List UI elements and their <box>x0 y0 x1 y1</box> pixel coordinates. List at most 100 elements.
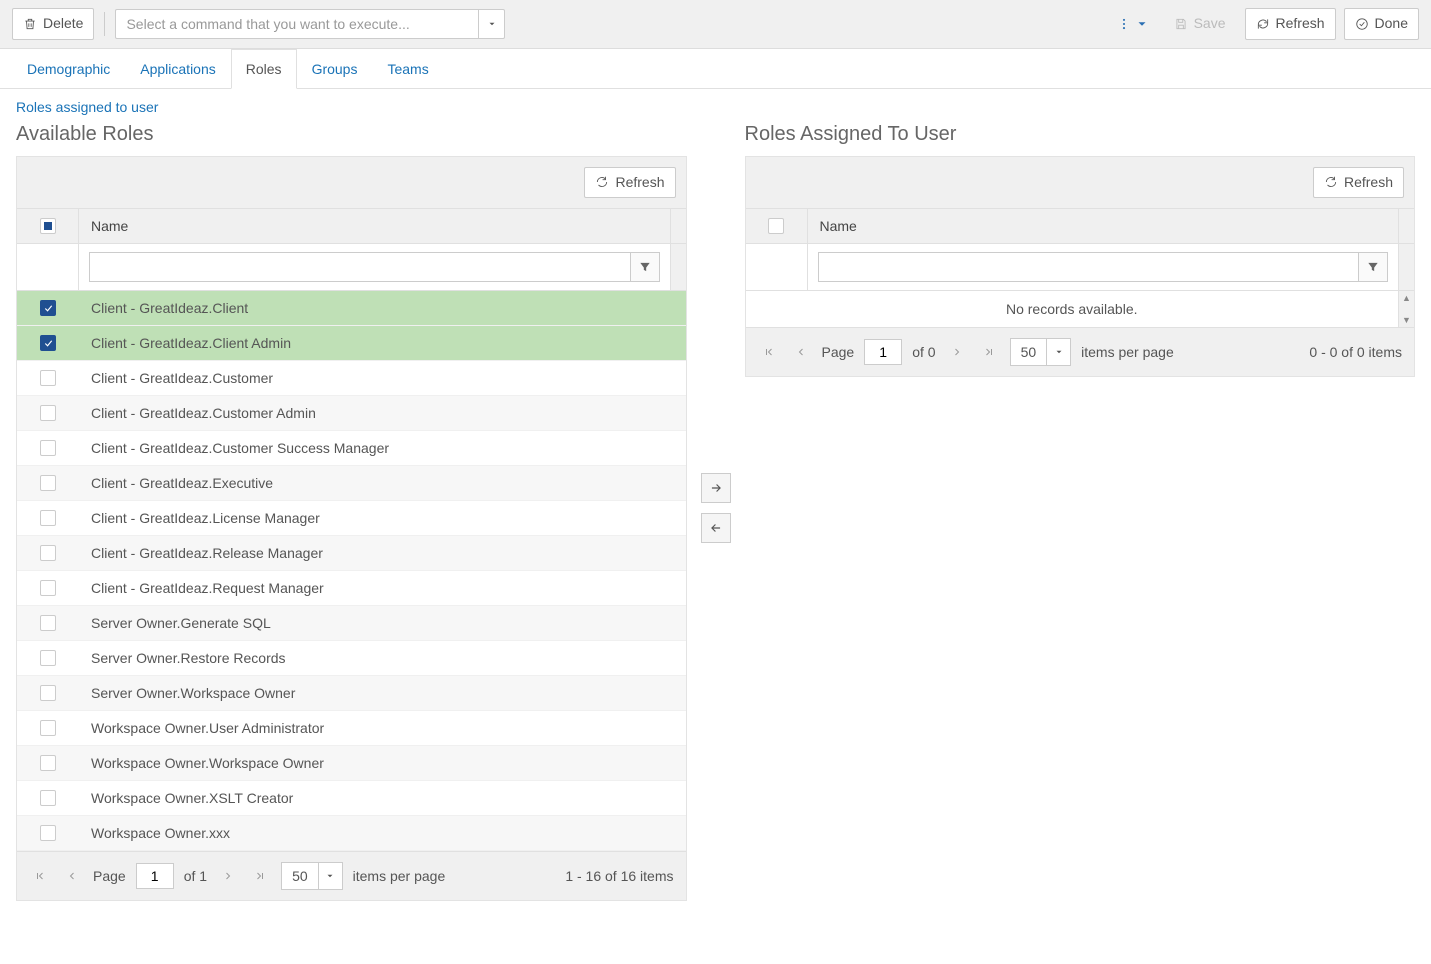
row-name: Server Owner.Generate SQL <box>79 606 686 640</box>
name-filter-cell <box>79 244 670 290</box>
row-checkbox[interactable] <box>40 615 56 631</box>
name-column-header[interactable]: Name <box>79 209 670 243</box>
row-checkbox[interactable] <box>40 720 56 736</box>
row-checkbox[interactable] <box>40 335 56 351</box>
row-checkbox[interactable] <box>40 300 56 316</box>
table-row[interactable]: Client - GreatIdeaz.Customer Success Man… <box>17 431 686 466</box>
right-refresh-label: Refresh <box>1344 173 1393 193</box>
row-check-cell <box>17 326 79 360</box>
tab-teams[interactable]: Teams <box>372 49 443 89</box>
more-actions-button[interactable] <box>1111 13 1155 35</box>
more-vertical-icon <box>1117 17 1131 31</box>
page-size-caret[interactable] <box>318 863 342 889</box>
save-label: Save <box>1194 14 1226 34</box>
move-right-button[interactable] <box>701 473 731 503</box>
table-row[interactable]: Client - GreatIdeaz.Customer <box>17 361 686 396</box>
select-all-checkbox[interactable] <box>40 218 56 234</box>
left-refresh-button[interactable]: Refresh <box>584 167 675 199</box>
chevron-left-icon <box>66 870 78 882</box>
name-filter-input[interactable] <box>818 252 1359 282</box>
select-all-checkbox[interactable] <box>768 218 784 234</box>
row-checkbox[interactable] <box>40 370 56 386</box>
command-caret[interactable] <box>478 10 504 38</box>
command-input[interactable] <box>116 16 478 32</box>
tab-demographic[interactable]: Demographic <box>12 49 125 89</box>
pager-next-button[interactable] <box>946 341 968 363</box>
table-row[interactable]: Client - GreatIdeaz.Client <box>17 291 686 326</box>
row-checkbox[interactable] <box>40 510 56 526</box>
table-row[interactable]: Client - GreatIdeaz.License Manager <box>17 501 686 536</box>
save-icon <box>1174 17 1188 31</box>
assigned-roles-title: Roles Assigned To User <box>745 123 1416 146</box>
row-name: Client - GreatIdeaz.License Manager <box>79 501 686 535</box>
page-size-select[interactable]: 50 <box>1010 338 1072 366</box>
table-row[interactable]: Workspace Owner.XSLT Creator <box>17 781 686 816</box>
delete-button[interactable]: Delete <box>12 8 94 40</box>
items-per-page-label: items per page <box>1081 344 1174 360</box>
table-row[interactable]: Client - GreatIdeaz.Customer Admin <box>17 396 686 431</box>
table-row[interactable]: Server Owner.Workspace Owner <box>17 676 686 711</box>
row-checkbox[interactable] <box>40 475 56 491</box>
row-check-cell <box>17 361 79 395</box>
row-checkbox[interactable] <box>40 650 56 666</box>
command-combo[interactable] <box>115 9 505 39</box>
name-filter-input[interactable] <box>89 252 630 282</box>
right-refresh-button[interactable]: Refresh <box>1313 167 1404 199</box>
scroll-up-icon[interactable]: ▲ <box>1399 291 1414 305</box>
pager-first-button[interactable] <box>758 341 780 363</box>
tab-groups[interactable]: Groups <box>297 49 373 89</box>
page-input[interactable] <box>136 863 174 889</box>
left-grid-body[interactable]: Client - GreatIdeaz.ClientClient - Great… <box>17 291 686 851</box>
chevron-right-icon <box>222 870 234 882</box>
row-checkbox[interactable] <box>40 580 56 596</box>
table-row[interactable]: Workspace Owner.xxx <box>17 816 686 851</box>
table-row[interactable]: Client - GreatIdeaz.Client Admin <box>17 326 686 361</box>
row-checkbox[interactable] <box>40 755 56 771</box>
scroll-down-icon[interactable]: ▼ <box>1399 313 1414 327</box>
table-row[interactable]: Client - GreatIdeaz.Executive <box>17 466 686 501</box>
left-grid-header: Name <box>17 209 686 244</box>
name-filter-button[interactable] <box>630 252 660 282</box>
pager-prev-button[interactable] <box>790 341 812 363</box>
page-input[interactable] <box>864 339 902 365</box>
table-row[interactable]: Workspace Owner.User Administrator <box>17 711 686 746</box>
table-row[interactable]: Server Owner.Generate SQL <box>17 606 686 641</box>
select-all-cell <box>17 209 79 243</box>
scroll-gutter <box>670 244 686 290</box>
pager-last-button[interactable] <box>978 341 1000 363</box>
right-grid-body: No records available. ▲ ▼ <box>746 291 1415 327</box>
done-button[interactable]: Done <box>1344 8 1419 40</box>
refresh-button[interactable]: Refresh <box>1245 8 1336 40</box>
filter-check-spacer <box>17 244 79 290</box>
table-row[interactable]: Server Owner.Restore Records <box>17 641 686 676</box>
move-left-button[interactable] <box>701 513 731 543</box>
save-button[interactable]: Save <box>1163 8 1237 40</box>
table-row[interactable]: Client - GreatIdeaz.Request Manager <box>17 571 686 606</box>
row-checkbox[interactable] <box>40 545 56 561</box>
row-checkbox[interactable] <box>40 790 56 806</box>
pager-prev-button[interactable] <box>61 865 83 887</box>
table-row[interactable]: Workspace Owner.Workspace Owner <box>17 746 686 781</box>
pager-last-button[interactable] <box>249 865 271 887</box>
roles-assigned-link[interactable]: Roles assigned to user <box>16 99 158 115</box>
table-row[interactable]: Client - GreatIdeaz.Release Manager <box>17 536 686 571</box>
tab-applications[interactable]: Applications <box>125 49 231 89</box>
subheader: Roles assigned to user <box>0 89 1431 115</box>
pager-first-button[interactable] <box>29 865 51 887</box>
items-per-page-label: items per page <box>353 868 446 884</box>
row-checkbox[interactable] <box>40 405 56 421</box>
row-checkbox[interactable] <box>40 685 56 701</box>
row-name: Workspace Owner.Workspace Owner <box>79 746 686 780</box>
page-size-select[interactable]: 50 <box>281 862 343 890</box>
name-column-header[interactable]: Name <box>808 209 1399 243</box>
name-filter-button[interactable] <box>1358 252 1388 282</box>
row-checkbox[interactable] <box>40 825 56 841</box>
row-name: Client - GreatIdeaz.Customer Success Man… <box>79 431 686 465</box>
chevron-down-icon <box>325 871 335 881</box>
content: Available Roles Refresh Name <box>0 115 1431 922</box>
page-size-caret[interactable] <box>1046 339 1070 365</box>
row-checkbox[interactable] <box>40 440 56 456</box>
refresh-icon <box>595 175 609 189</box>
pager-next-button[interactable] <box>217 865 239 887</box>
tab-roles[interactable]: Roles <box>231 49 297 89</box>
